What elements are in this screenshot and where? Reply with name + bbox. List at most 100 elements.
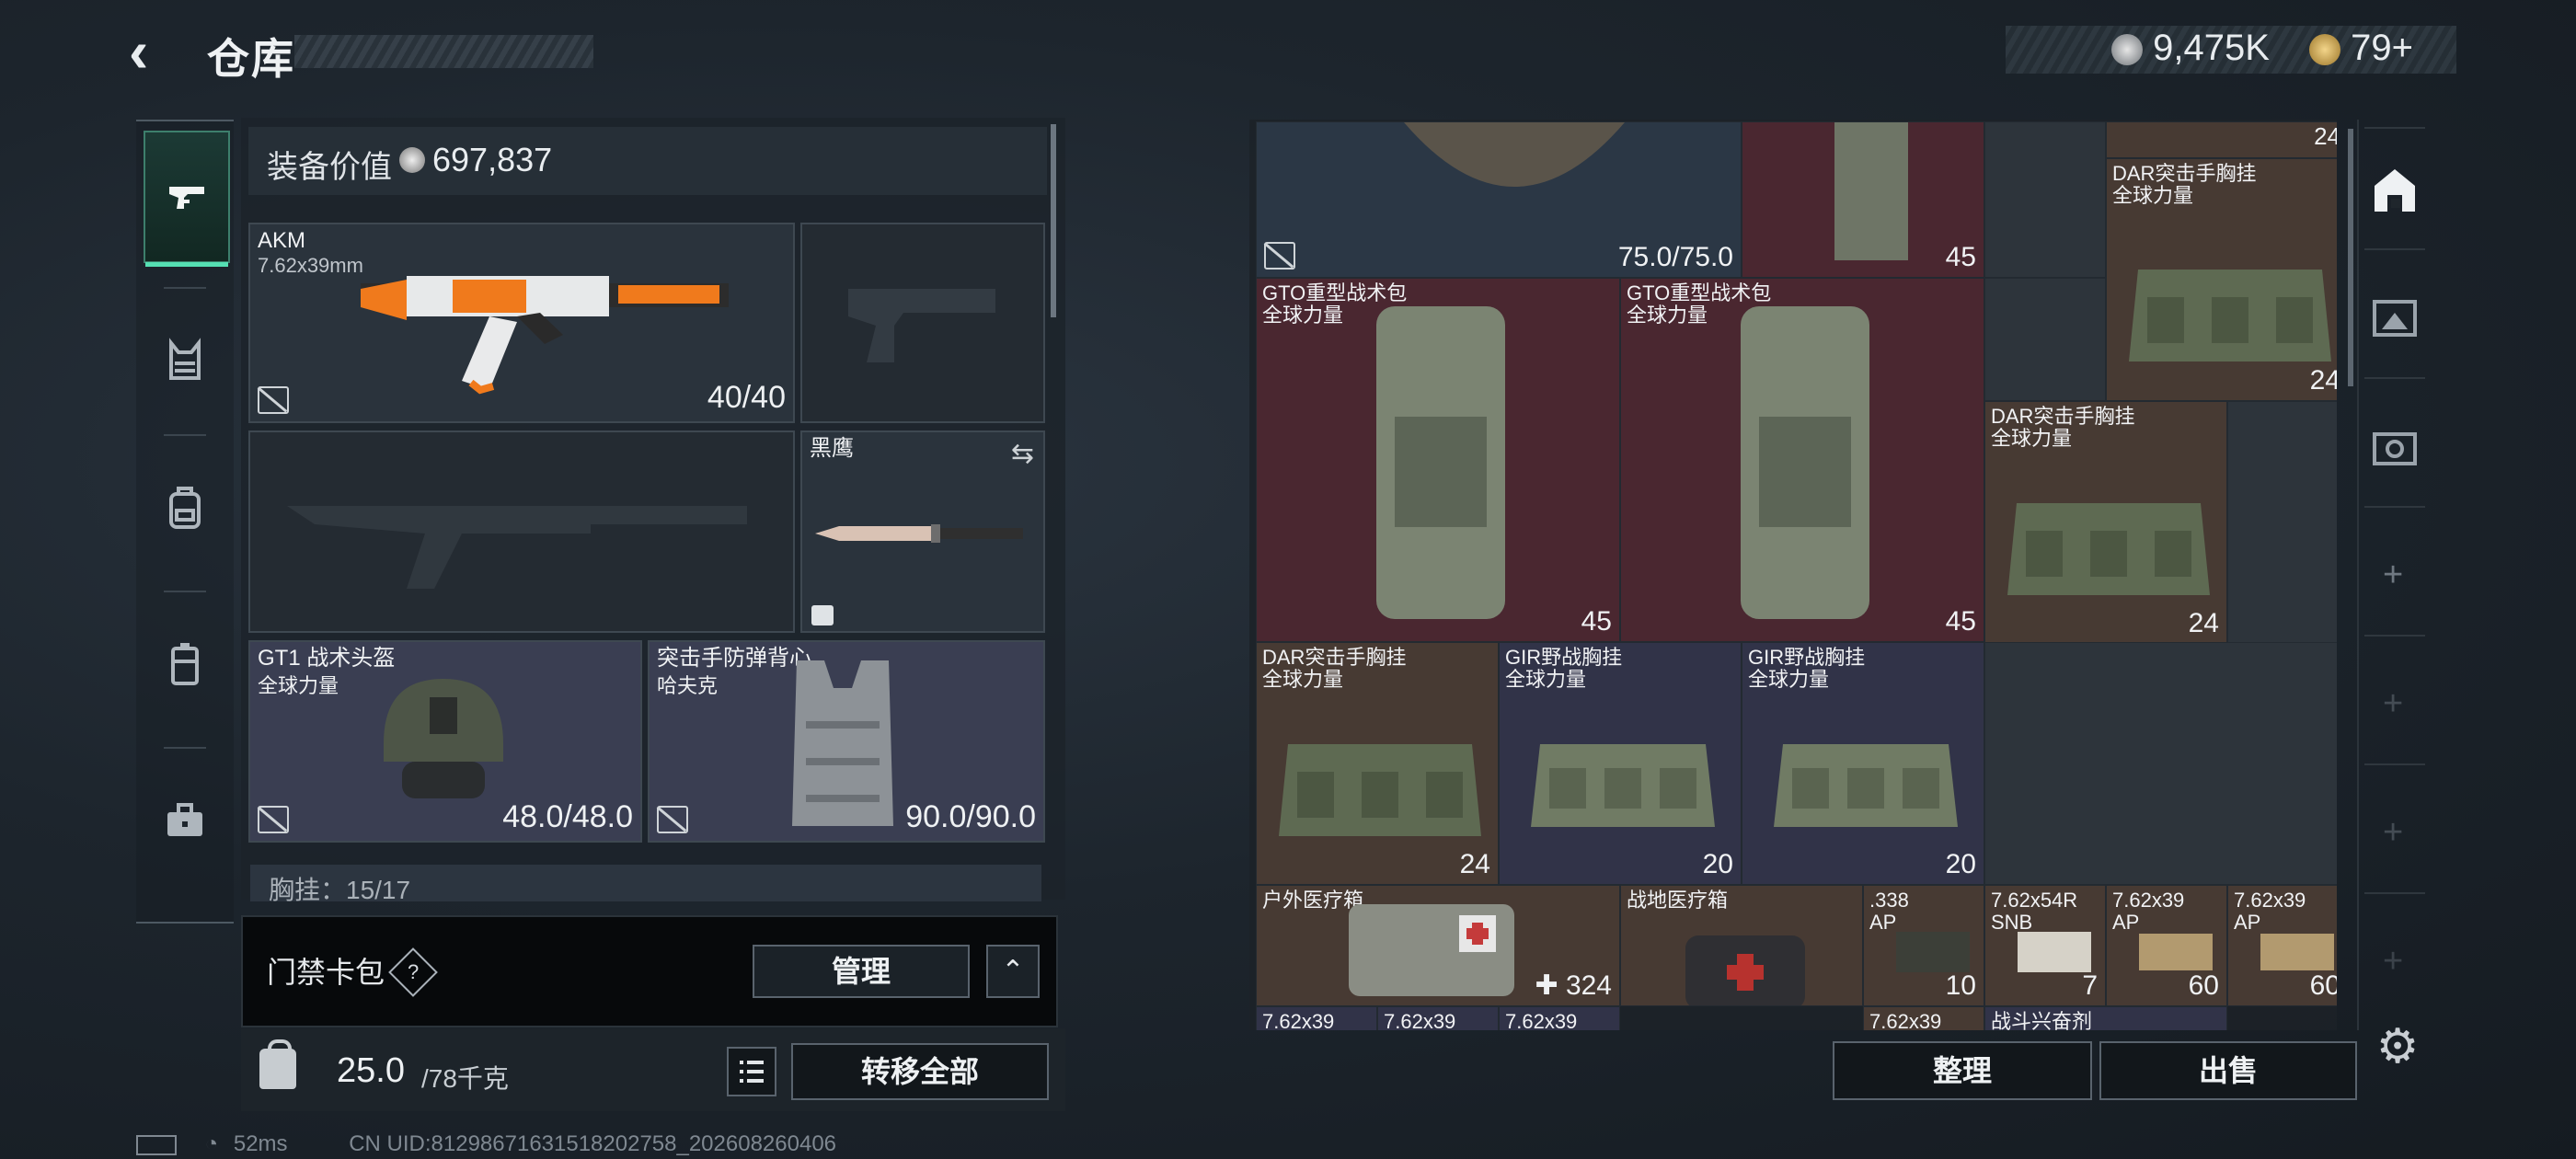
stash-item-gir2[interactable]: GIR野战胸挂 全球力量 20 [1742,642,1984,885]
helmet-slot[interactable]: GT1 战术头盔 全球力量 48.0/48.0 [248,640,642,843]
tab-weapons[interactable] [144,131,230,267]
stash-item-top-mid[interactable]: 45 [1742,121,1984,278]
item-count: 45 [1945,606,1976,637]
add-stash-icon[interactable]: + [2383,813,2403,853]
secondary-weapon-slot[interactable] [248,430,795,633]
currency-gold[interactable]: 79+ [2309,28,2413,69]
currency-gold-value: 79+ [2351,28,2413,68]
sell-button[interactable]: 出售 [2099,1041,2357,1100]
page-title: 仓库 [207,35,295,83]
stash-empty-cell[interactable] [2227,401,2337,644]
item-count: 24 [1459,849,1490,879]
item-name: 7.62x39 [1505,1010,1578,1031]
equipment-value-label: 装备价值 [267,150,392,185]
hafcoin-icon [399,147,425,173]
item-count: 20 [1702,849,1733,879]
stash-item-ammo39b[interactable]: 7.62x39 AP 60 [2227,885,2337,1006]
chest-rig-icon [169,338,201,380]
stash-item-dar1[interactable]: DAR突击手胸挂 全球力量 24 [2106,158,2337,401]
stash-item-ammo39a[interactable]: 7.62x39 AP 60 [2106,885,2227,1006]
add-stash-icon[interactable]: + [2383,684,2403,724]
item-count: 75.0/75.0 [1617,242,1733,272]
stash-tab-1-icon[interactable] [2369,293,2421,344]
item-count-value: 324 [1565,970,1612,1001]
melee-name: 黑鹰 [810,436,854,461]
item-count: 10 [1945,970,1976,1001]
gear-icon[interactable]: ⚙ [2372,1021,2423,1073]
knife-icon [815,524,1023,543]
rifle-silhouette-icon [287,506,747,589]
backpack-icon [1834,122,1908,260]
wifi-icon: ◔ [204,1131,219,1156]
stash-item-gto1[interactable]: GTO重型战术包 全球力量 45 [1256,278,1620,642]
equipment-scrollbar[interactable] [1051,124,1056,317]
stash-item-r2[interactable]: 7.62x39 [1377,1006,1499,1030]
stash-empty-cell[interactable] [1984,278,2106,401]
list-icon[interactable] [727,1047,776,1096]
container-icon [171,643,199,685]
stash-scrollbar[interactable] [2348,129,2353,386]
keycard-pack-label: 门禁卡包 [267,956,385,989]
pistol-slot[interactable] [800,223,1045,423]
stash-item-r1[interactable]: 7.62x39 [1256,1006,1377,1030]
item-name: 7.62x39 [1262,1010,1335,1031]
stash-item-med1[interactable]: 户外医疗箱 ✚ 324 [1256,885,1620,1006]
item-name: 7.62x39 [1384,1010,1456,1031]
stash-item-gir1[interactable]: GIR野战胸挂 全球力量 20 [1499,642,1742,885]
item-name: GIR野战胸挂 全球力量 [1748,646,1866,691]
add-stash-icon[interactable]: + [2383,942,2403,981]
primary-weapon-slot[interactable]: AKM 7.62x39mm 40/40 [248,223,795,423]
stash-empty-cell[interactable] [1984,121,2106,278]
tab-chest-rig[interactable] [144,296,226,425]
stash-item-top-right[interactable]: 24 [2106,121,2337,158]
item-name: 战地医疗箱 [1627,889,1729,912]
weight-icon [259,1039,296,1089]
manage-button[interactable]: 管理 [753,945,970,998]
stash-item-r3[interactable]: 7.62x39 [1499,1006,1620,1030]
uid-text: CN UID:8129867163151820275​8_20260826040… [349,1131,837,1156]
ping-value: 52ms [233,1131,288,1156]
akm-rifle-icon [361,276,729,395]
add-stash-icon[interactable]: + [2383,556,2403,595]
pistol-icon [169,187,204,209]
item-name: 7.62x39 [1869,1010,1942,1031]
unbreakable-icon [657,806,688,833]
tab-briefcase[interactable] [144,756,226,885]
stash-item-r5[interactable]: 战斗兴奋剂 [1984,1006,2227,1030]
stash-tab-2-icon[interactable] [2369,421,2421,473]
stash-item-ammo54[interactable]: 7.62x54R SNB 7 [1984,885,2106,1006]
gold-coin-icon [2309,34,2340,66]
stash-item-r4[interactable]: 7.62x39 [1863,1006,1984,1030]
pistol-silhouette-icon [848,289,995,362]
stash-item-top-left[interactable]: 75.0/75.0 [1256,121,1742,278]
transfer-all-button[interactable]: 转移全部 [791,1043,1049,1100]
stash-item-ammo338[interactable]: .338 AP 10 [1863,885,1984,1006]
battery-icon [136,1134,177,1155]
stash-item-gto2[interactable]: GTO重型战术包 全球力量 45 [1620,278,1984,642]
help-icon-glyph: ? [407,960,420,983]
item-count: 20 [1945,849,1976,879]
stash-item-dar2[interactable]: DAR突击手胸挂 全球力量 24 [1984,401,2227,644]
item-name: DAR突击手胸挂 全球力量 [1991,405,2135,450]
chest-rig-icon [1531,744,1715,827]
item-count: 45 [1945,242,1976,272]
chevron-up-icon[interactable]: ⌃ [986,945,1040,998]
melee-slot[interactable]: 黑鹰 ⇆ [800,430,1045,633]
stash-empty-cell[interactable] [1984,642,2337,885]
swap-icon[interactable]: ⇆ [1011,438,1034,470]
briefcase-icon [167,803,202,836]
stash-home-icon[interactable] [2369,164,2421,215]
stash-item-dar3[interactable]: DAR突击手胸挂 全球力量 24 [1256,642,1499,885]
arrange-button[interactable]: 整理 [1833,1041,2092,1100]
chest-rig-icon [1774,744,1958,827]
medkit-icon [1349,904,1514,996]
tab-backpack[interactable] [144,443,226,572]
back-arrow-icon[interactable]: ‹ [129,22,184,81]
armor-slot[interactable]: 突击手防弹背心 哈夫克 90.0/90.0 [648,640,1045,843]
ammo-box-icon [1896,932,1970,972]
tab-container[interactable] [144,600,226,729]
lock-icon [811,605,834,625]
stash-item-med2[interactable]: 战地医疗箱 [1620,885,1863,1006]
backpack-icon [1376,306,1505,619]
chest-rig-icon [2129,270,2331,361]
